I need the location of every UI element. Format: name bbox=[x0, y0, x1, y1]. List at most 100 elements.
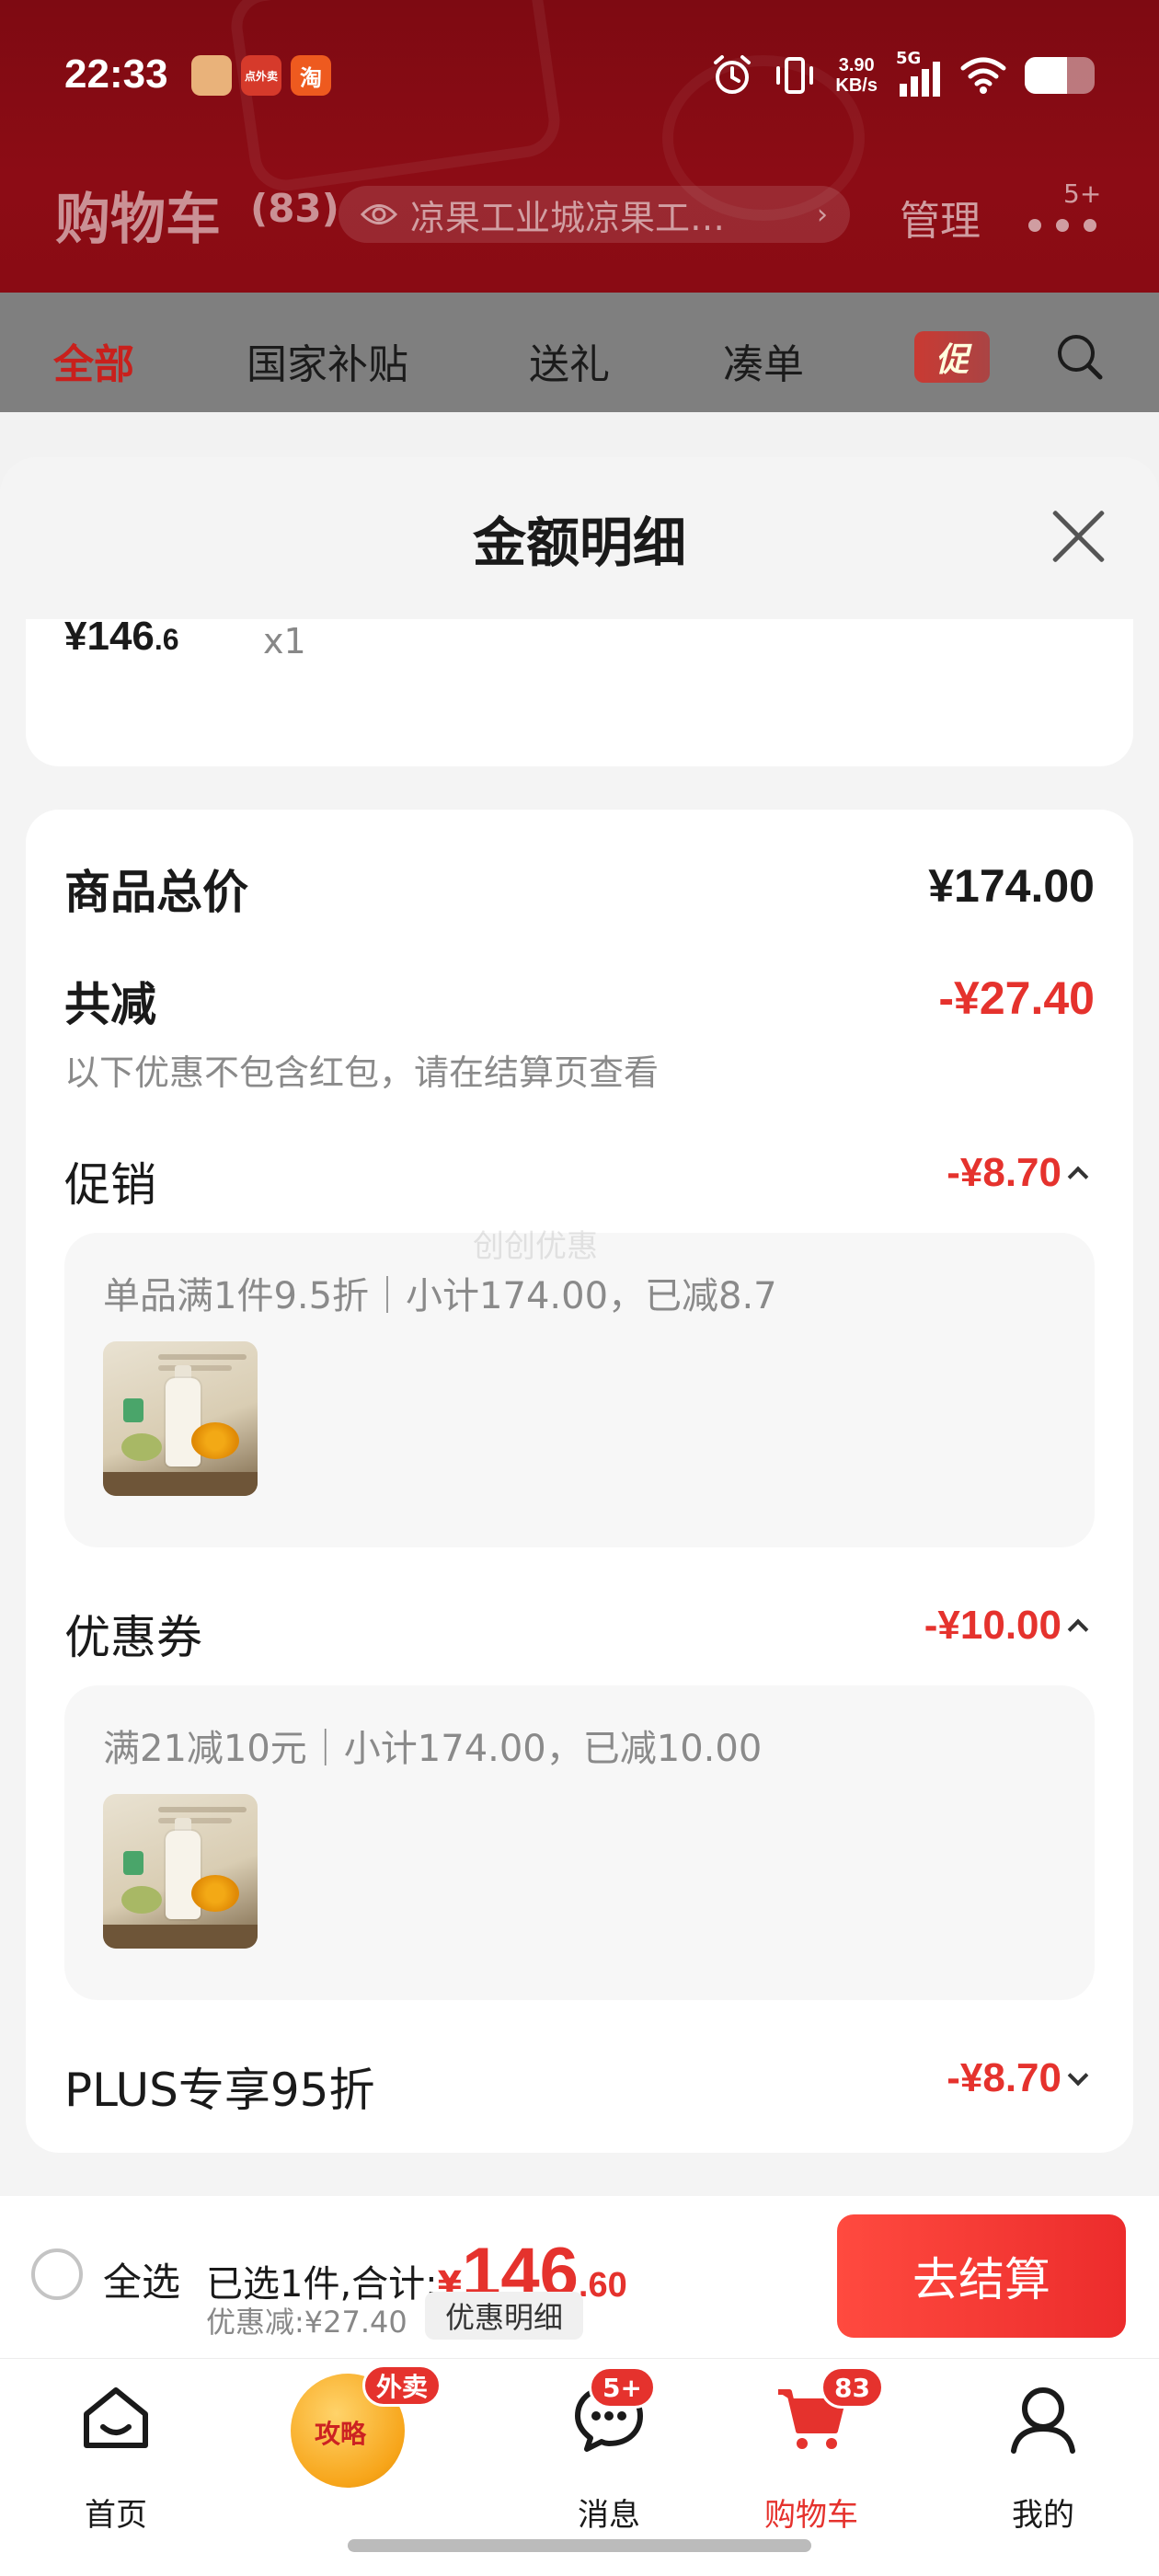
thumb-base bbox=[103, 1472, 258, 1496]
tab-national-subsidy[interactable]: 国家补贴 bbox=[247, 331, 408, 390]
plus-discount-label: PLUS专享95折 bbox=[64, 2064, 375, 2117]
total-price-value: ¥174.00 bbox=[928, 860, 1095, 912]
price-breakdown-card: 商品总价 ¥174.00 共减 -¥27.40 以下优惠不包含红包，请在结算页查… bbox=[26, 810, 1133, 2153]
product-thumbnail[interactable] bbox=[103, 1794, 258, 1949]
profile-icon bbox=[1011, 2387, 1075, 2454]
bottle bbox=[166, 1831, 201, 1919]
promotion-detail-box: 单品满1件9.5折｜小计174.00，已减8.7 bbox=[64, 1233, 1095, 1547]
product-thumbnail[interactable] bbox=[103, 1341, 258, 1496]
thumb-leaf bbox=[121, 1886, 162, 1914]
close-icon[interactable] bbox=[1049, 507, 1107, 566]
total-price-label: 商品总价 bbox=[64, 866, 248, 919]
plus-discount-value: -¥8.70 bbox=[947, 2055, 1061, 2100]
coupon-detail-text: 满21减10元｜小计174.00，已减10.00 bbox=[103, 1728, 763, 1770]
status-right: 3.90 KB/s 5G bbox=[710, 49, 1095, 99]
thumb-base bbox=[103, 1925, 258, 1949]
status-time: 22:33 bbox=[64, 52, 168, 97]
coupon-detail-box: 满21减10元｜小计174.00，已减10.00 bbox=[64, 1685, 1095, 2000]
network-type: 5G bbox=[896, 49, 922, 68]
address-selector[interactable]: 凉果工业城凉果工… › bbox=[339, 186, 850, 243]
sheet-title: 金额明细 bbox=[472, 512, 686, 574]
chevron-up-icon bbox=[1067, 1618, 1089, 1640]
calendar-app-icon bbox=[191, 55, 232, 96]
messages-badge: 5+ bbox=[589, 2366, 656, 2409]
battery-fill bbox=[1025, 57, 1067, 94]
more-dot bbox=[1028, 219, 1041, 232]
tab-all[interactable]: 全部 bbox=[53, 331, 134, 390]
chevron-down-icon bbox=[1067, 2064, 1089, 2087]
taobao-app-icon: 淘 bbox=[291, 55, 331, 96]
status-bar: 22:33 点外卖 淘 3.90 KB/s 5G bbox=[0, 0, 1159, 147]
more-dot bbox=[1056, 219, 1069, 232]
plus-discount-toggle[interactable]: -¥8.70 bbox=[947, 2055, 1089, 2101]
thumb-text-line bbox=[158, 1818, 232, 1823]
select-all-radio[interactable] bbox=[31, 2248, 83, 2300]
signal-icon: 5G bbox=[896, 49, 942, 97]
nav-profile-label: 我的 bbox=[1012, 2497, 1074, 2534]
waimai-app-icon: 点外卖 bbox=[241, 55, 281, 96]
net-speed-unit: KB/s bbox=[835, 75, 878, 96]
coupon-label: 优惠券 bbox=[64, 1611, 202, 1664]
tab-bundle[interactable]: 凑单 bbox=[723, 331, 804, 390]
thumb-flower bbox=[191, 1422, 239, 1459]
tab-promo[interactable]: 促 bbox=[914, 331, 990, 383]
battery-icon bbox=[1025, 57, 1095, 94]
promotion-toggle[interactable]: -¥8.70 bbox=[947, 1150, 1089, 1196]
total-reduce-value: -¥27.40 bbox=[938, 972, 1095, 1024]
promotion-detail-text: 单品满1件9.5折｜小计174.00，已减8.7 bbox=[103, 1275, 777, 1317]
nav-home-label: 首页 bbox=[85, 2497, 147, 2534]
chevron-right-icon: › bbox=[817, 198, 828, 231]
total-reduce-label: 共减 bbox=[64, 978, 156, 1031]
coupon-value: -¥10.00 bbox=[924, 1603, 1061, 1648]
thumb-text-line bbox=[158, 1354, 247, 1360]
total-amount-decimal: .60 bbox=[578, 2266, 627, 2305]
item-price-decimal: .6 bbox=[154, 623, 179, 656]
bottle bbox=[166, 1378, 201, 1466]
thumb-text-line bbox=[158, 1807, 247, 1812]
coupon-toggle[interactable]: -¥10.00 bbox=[924, 1603, 1089, 1649]
promotion-value: -¥8.70 bbox=[947, 1150, 1061, 1195]
page-title: 购物车 bbox=[55, 188, 221, 252]
thumb-flower bbox=[191, 1875, 239, 1912]
thumb-tag bbox=[123, 1851, 143, 1875]
more-badge: 5+ bbox=[1063, 178, 1102, 209]
thumb-text-line bbox=[158, 1365, 232, 1371]
search-icon[interactable] bbox=[1054, 331, 1106, 383]
home-icon bbox=[84, 2387, 148, 2448]
cart-badge: 83 bbox=[820, 2366, 884, 2409]
thumb-leaf bbox=[121, 1433, 162, 1461]
net-speed: 3.90 KB/s bbox=[835, 55, 878, 96]
checkout-bar: 全选 已选1件,合计:¥146.60 优惠减:¥27.40 优惠明细 去结算 bbox=[0, 2196, 1159, 2358]
amount-detail-sheet: ¥146.6 x1 金额明细 商品总价 ¥174.00 共减 -¥27.40 以… bbox=[0, 457, 1159, 2196]
more-button[interactable]: 5+ bbox=[1028, 178, 1102, 247]
item-quantity: x1 bbox=[263, 621, 306, 661]
eye-icon bbox=[361, 204, 397, 224]
discount-amount: 优惠减:¥27.40 bbox=[206, 2305, 407, 2340]
manage-button[interactable]: 管理 bbox=[900, 188, 981, 247]
item-price: ¥146.6 bbox=[64, 614, 179, 660]
more-dot bbox=[1084, 219, 1096, 232]
tab-gift[interactable]: 送礼 bbox=[529, 331, 610, 390]
vibrate-icon bbox=[776, 57, 814, 94]
sheet-header: 金额明细 bbox=[0, 457, 1159, 619]
cart-header: 购物车 (83) 凉果工业城凉果工… › 管理 5+ bbox=[0, 175, 1159, 252]
filter-tabs: 全部 国家补贴 送礼 凑单 促 bbox=[0, 293, 1159, 412]
nav-cart-label: 购物车 bbox=[764, 2497, 858, 2534]
wifi-icon bbox=[960, 57, 1006, 94]
home-indicator[interactable] bbox=[348, 2539, 811, 2552]
thumb-tag bbox=[123, 1398, 143, 1422]
chevron-up-icon bbox=[1067, 1166, 1089, 1188]
cart-count: (83) bbox=[250, 186, 339, 231]
strategy-label: 攻略 bbox=[315, 2419, 367, 2449]
net-speed-value: 3.90 bbox=[838, 55, 875, 75]
promotion-label: 促销 bbox=[64, 1158, 156, 1212]
waimai-badge: 外卖 bbox=[362, 2364, 442, 2407]
top-header: 22:33 点外卖 淘 3.90 KB/s 5G 购物车 (83) 凉果工业城凉… bbox=[0, 0, 1159, 293]
alarm-icon bbox=[714, 55, 752, 94]
item-price-main: ¥146 bbox=[64, 614, 155, 659]
discount-detail-button[interactable]: 优惠明细 bbox=[425, 2292, 584, 2340]
select-all-label[interactable]: 全选 bbox=[103, 2251, 180, 2307]
address-text: 凉果工业城凉果工… bbox=[410, 197, 726, 238]
nav-messages-label: 消息 bbox=[578, 2497, 640, 2534]
checkout-button[interactable]: 去结算 bbox=[837, 2214, 1126, 2338]
